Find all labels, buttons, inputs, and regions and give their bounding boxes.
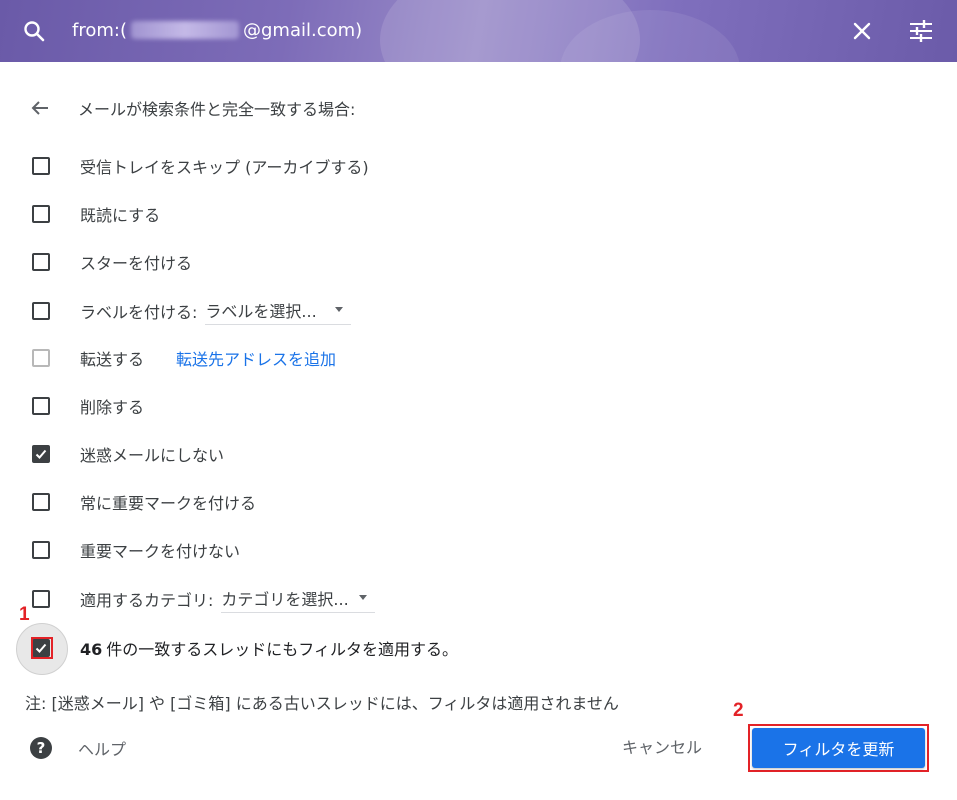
search-icon[interactable] [22,19,46,43]
update-filter-button[interactable]: フィルタを更新 [752,728,925,768]
check-icon [35,449,47,459]
option-never-important[interactable]: 重要マークを付けない [32,536,240,564]
category-select-dropdown[interactable]: カテゴリを選択... [221,586,375,613]
always-important-checkbox[interactable] [32,493,50,511]
never-important-checkbox[interactable] [32,541,50,559]
dropdown-arrow-icon [358,595,367,600]
option-star[interactable]: スターを付ける [32,248,192,276]
annotation-step-1: 1 [19,604,30,625]
delete-label: 削除する [80,398,145,417]
dropdown-arrow-icon [334,307,343,312]
help-link[interactable]: ? ヘルプ [30,734,126,762]
forward-checkbox[interactable] [32,349,50,367]
apply-label-label: ラベルを付ける: [80,303,198,322]
always-important-label: 常に重要マークを付ける [80,494,257,513]
forward-label: 転送する [80,350,145,369]
skip-inbox-checkbox[interactable] [32,157,50,175]
filter-note: 注: [迷惑メール] や [ゴミ箱] にある古いスレッドには、フィルタは適用され… [25,694,619,713]
mark-read-label: 既読にする [80,206,161,225]
search-bar: from:( @gmail.com) [0,0,957,62]
category-checkbox[interactable] [32,590,50,608]
label-select-value: ラベルを選択... [205,301,317,321]
option-mark-read[interactable]: 既読にする [32,200,160,228]
option-never-spam[interactable]: 迷惑メールにしない [32,440,224,468]
option-skip-inbox[interactable]: 受信トレイをスキップ (アーカイブする) [32,152,369,180]
apply-label-checkbox[interactable] [32,302,50,320]
annotation-highlight-box [31,637,53,659]
search-input[interactable]: from:( @gmail.com) [72,19,362,43]
tune-icon[interactable] [908,19,934,43]
apply-existing-label: 46 件の一致するスレッドにもフィルタを適用する。 [80,636,458,660]
option-apply-label[interactable]: ラベルを付ける: ラベルを選択... [32,297,351,325]
criteria-header: メールが検索条件と完全一致する場合: [30,94,355,122]
add-forwarding-address-link[interactable]: 転送先アドレスを追加 [176,346,336,370]
category-select-value: カテゴリを選択... [221,589,349,609]
help-label[interactable]: ヘルプ [78,736,126,760]
option-category[interactable]: 適用するカテゴリ: カテゴリを選択... [32,585,375,613]
star-label: スターを付ける [80,254,193,273]
annotation-step-2: 2 [733,700,744,721]
star-checkbox[interactable] [32,253,50,271]
close-icon[interactable] [850,19,874,43]
matching-thread-count: 46 [80,640,103,659]
label-select-dropdown[interactable]: ラベルを選択... [205,298,351,325]
mark-read-checkbox[interactable] [32,205,50,223]
never-spam-label: 迷惑メールにしない [80,446,225,465]
help-icon[interactable]: ? [30,737,52,759]
skip-inbox-label: 受信トレイをスキップ (アーカイブする) [80,158,369,177]
cancel-button[interactable]: キャンセル [622,734,702,762]
option-apply-existing[interactable]: 46 件の一致するスレッドにもフィルタを適用する。 [32,634,458,662]
never-important-label: 重要マークを付けない [80,542,241,561]
option-always-important[interactable]: 常に重要マークを付ける [32,488,256,516]
search-query-prefix: from:( [72,20,127,41]
criteria-title: メールが検索条件と完全一致する場合: [78,100,356,119]
delete-checkbox[interactable] [32,397,50,415]
option-forward[interactable]: 転送する 転送先アドレスを追加 [32,344,336,372]
never-spam-checkbox[interactable] [32,445,50,463]
redacted-email [130,21,239,39]
category-label: 適用するカテゴリ: [80,591,214,610]
search-query-suffix: @gmail.com) [242,20,363,41]
apply-existing-text: 件の一致するスレッドにもフィルタを適用する。 [106,640,458,659]
back-arrow-icon[interactable] [30,98,50,118]
option-delete[interactable]: 削除する [32,392,144,420]
